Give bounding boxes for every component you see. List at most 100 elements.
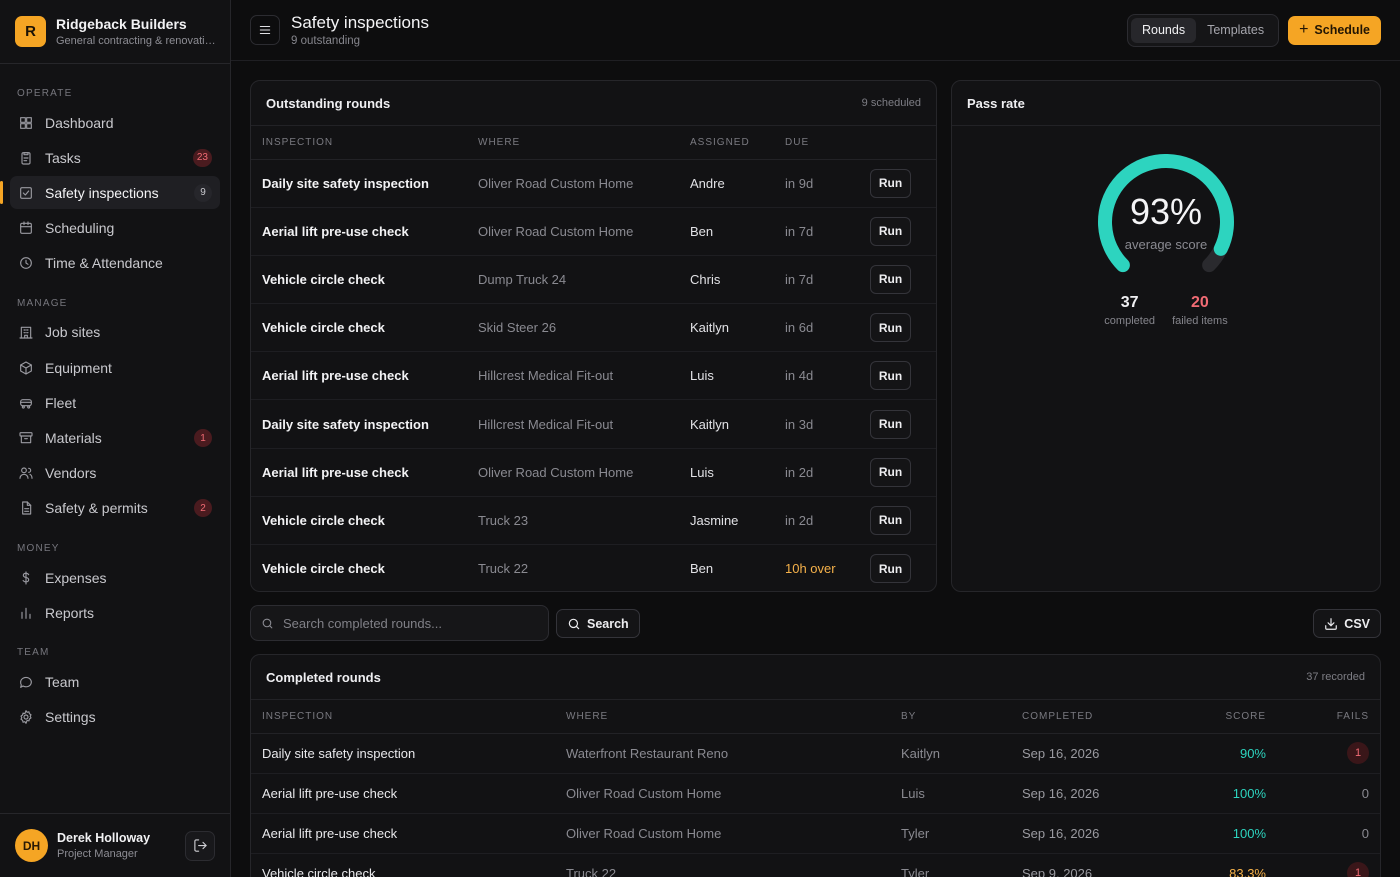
logout-button[interactable]	[185, 830, 215, 861]
sidebar-item-label: Equipment	[45, 359, 112, 376]
fail-count-badge: 1	[1347, 862, 1369, 877]
nav-section-team: TEAM	[17, 647, 50, 659]
sidebar-item-expenses[interactable]: Expenses	[10, 561, 220, 594]
page-title: Safety inspections	[291, 13, 429, 32]
inspection-completed-by: Kaitlyn	[890, 733, 1011, 774]
inspection-due: in 9d	[774, 159, 859, 208]
run-button[interactable]: Run	[870, 264, 911, 294]
inspection-assignee: Chris	[679, 255, 774, 305]
count-badge: 1	[194, 429, 212, 447]
table-row: Aerial lift pre-use check Hillcrest Medic…	[251, 351, 936, 401]
inspection-completed-date: Sep 16, 2026	[1011, 733, 1151, 774]
brand-name: Ridgeback Builders	[56, 16, 187, 32]
inspection-completed-by: Tyler	[890, 813, 1011, 854]
bar-chart-icon	[18, 605, 34, 621]
row-actions: Run	[859, 399, 936, 449]
search-input[interactable]	[283, 615, 533, 631]
sidebar-item-label: Vendors	[45, 465, 97, 482]
inspection-assignee: Luis	[679, 351, 774, 401]
menu-icon	[259, 25, 271, 35]
download-icon	[1325, 617, 1338, 630]
inspection-name: Aerial lift pre-use check	[251, 773, 555, 814]
sidebar-item-label: Safety inspections	[45, 184, 159, 201]
sidebar-nav: OPERATE Dashboard Tasks 23 Safety inspection…	[0, 64, 230, 736]
search-button[interactable]: Search	[556, 609, 640, 638]
sidebar-item-settings[interactable]: Settings	[10, 701, 220, 734]
inspection-name: Vehicle circle check	[251, 303, 467, 353]
inspection-fails: 0	[1277, 773, 1380, 814]
table-row[interactable]: Aerial lift pre-use check Oliver Road Cus…	[251, 773, 1380, 814]
csv-export-button[interactable]: CSV	[1313, 609, 1381, 638]
sidebar-item-materials[interactable]: Materials 1	[10, 422, 220, 455]
count-badge: 2	[194, 499, 212, 518]
topbar: Safety inspections 9 outstanding Rounds …	[231, 0, 1400, 61]
brand-subtitle: General contracting & renovations	[56, 35, 215, 47]
run-button[interactable]: Run	[870, 457, 911, 487]
run-button[interactable]: Run	[870, 554, 911, 584]
run-button[interactable]: Run	[870, 313, 911, 343]
table-row[interactable]: Daily site safety inspection Waterfront R…	[251, 733, 1380, 774]
inspection-assignee: Jasmine	[679, 496, 774, 546]
inspection-completed-date: Sep 16, 2026	[1011, 813, 1151, 854]
box-icon	[18, 360, 34, 376]
users-icon	[18, 465, 34, 481]
sidebar-item-dashboard[interactable]: Dashboard	[10, 106, 220, 139]
sidebar-item-safety-inspections[interactable]: Safety inspections 9	[0, 176, 220, 210]
fail-count: 0	[1361, 785, 1369, 801]
sidebar-item-reports[interactable]: Reports	[10, 596, 220, 629]
chat-icon	[18, 674, 34, 690]
run-button[interactable]: Run	[870, 216, 911, 246]
sidebar-item-team[interactable]: Team	[10, 665, 220, 698]
run-button[interactable]: Run	[870, 505, 911, 535]
table-row[interactable]: Vehicle circle check Truck 22 Tyler Sep 9, …	[251, 853, 1380, 877]
column-header[interactable]: FAILS	[1277, 700, 1380, 734]
avatar[interactable]: DH	[15, 829, 48, 862]
column-header[interactable]: DUE	[774, 126, 859, 160]
column-header-actions	[859, 126, 936, 160]
sidebar-item-label: Safety & permits	[45, 500, 148, 517]
run-button[interactable]: Run	[870, 168, 911, 198]
column-header[interactable]: INSPECTION	[251, 700, 555, 734]
inspection-name: Vehicle circle check	[251, 544, 467, 591]
inspection-due: in 7d	[774, 207, 859, 256]
brand[interactable]: R Ridgeback Builders General contracting…	[0, 0, 230, 64]
inspection-fails: 1	[1277, 733, 1380, 774]
pass-rate-card: Pass rate 93% average score 37 completed…	[951, 80, 1381, 592]
column-header[interactable]: WHERE	[467, 126, 679, 160]
sidebar-item-fleet[interactable]: Fleet	[10, 386, 220, 419]
column-header[interactable]: COMPLETED	[1011, 700, 1151, 734]
inspection-completed-by: Luis	[890, 773, 1011, 814]
sidebar-item-time-attendance[interactable]: Time & Attendance	[10, 247, 220, 280]
search-field[interactable]	[250, 605, 549, 641]
sidebar-item-safety-permits[interactable]: Safety & permits 2	[10, 492, 220, 525]
schedule-button[interactable]: + Schedule	[1288, 15, 1381, 45]
inspection-location: Skid Steer 26	[467, 303, 679, 353]
inspection-assignee: Luis	[679, 448, 774, 497]
run-button[interactable]: Run	[870, 409, 911, 439]
table-row: Aerial lift pre-use check Oliver Road Cus…	[251, 207, 936, 256]
inspection-name: Aerial lift pre-use check	[251, 351, 467, 401]
nav-section-money: MONEY	[17, 543, 60, 555]
column-header[interactable]: BY	[890, 700, 1011, 734]
inspection-location: Oliver Road Custom Home	[467, 159, 679, 208]
completed-rounds-card: Completed rounds 37 recorded INSPECTION …	[250, 654, 1381, 877]
completed-table: INSPECTION WHERE BY COMPLETED SCORE FAIL…	[251, 700, 1380, 877]
sidebar-item-tasks[interactable]: Tasks 23	[10, 141, 220, 174]
column-header[interactable]: WHERE	[555, 700, 890, 734]
sidebar-item-job-sites[interactable]: Job sites	[10, 316, 220, 349]
sidebar-item-equipment[interactable]: Equipment	[10, 351, 220, 384]
column-header[interactable]: SCORE	[1151, 700, 1277, 734]
table-row[interactable]: Aerial lift pre-use check Oliver Road Cus…	[251, 813, 1380, 854]
tab-rounds[interactable]: Rounds	[1131, 17, 1197, 43]
run-button[interactable]: Run	[870, 361, 911, 391]
row-actions: Run	[859, 159, 936, 208]
inspection-fails: 1	[1277, 853, 1380, 877]
sidebar: R Ridgeback Builders General contracting…	[0, 0, 231, 877]
menu-toggle-button[interactable]	[250, 15, 280, 45]
sidebar-item-scheduling[interactable]: Scheduling	[10, 212, 220, 245]
sidebar-item-vendors[interactable]: Vendors	[10, 457, 220, 490]
column-header[interactable]: ASSIGNED	[679, 126, 774, 160]
csv-button-label: CSV	[1344, 616, 1370, 631]
column-header[interactable]: INSPECTION	[251, 126, 467, 160]
tab-templates[interactable]: Templates	[1196, 18, 1275, 43]
